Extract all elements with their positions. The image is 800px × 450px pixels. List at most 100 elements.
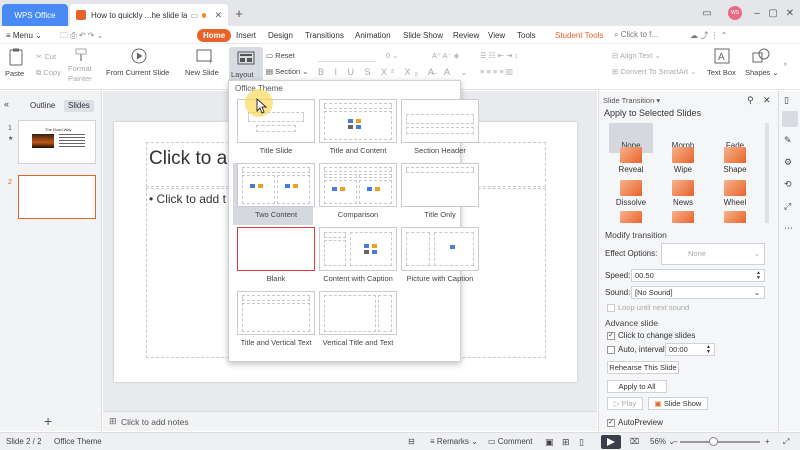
layout-vertical-title-and-text[interactable]: Vertical Title and Text bbox=[315, 291, 397, 353]
add-slide-icon[interactable]: + bbox=[44, 413, 52, 429]
loop-checkbox[interactable] bbox=[607, 304, 615, 312]
layout-title-slide[interactable]: Title Slide bbox=[233, 99, 315, 161]
slideshow-play-button[interactable] bbox=[601, 435, 621, 449]
convert-smartart-button[interactable]: ⊞ Convert To SmartArt ⌄ bbox=[612, 67, 697, 76]
from-current-slide-button[interactable]: From Current Slide bbox=[106, 68, 169, 77]
new-slide-button[interactable]: New Slide bbox=[185, 68, 219, 77]
search-box[interactable]: ⌕ Click to f... bbox=[614, 28, 680, 42]
section-button[interactable]: ▤ Section ⌄ bbox=[266, 67, 309, 76]
slide-thumbnail-2[interactable] bbox=[18, 175, 96, 219]
layout-blank[interactable]: Blank bbox=[233, 227, 315, 289]
apply-to-all-button[interactable]: Apply to All bbox=[607, 380, 667, 393]
collapse-panel-icon[interactable]: « bbox=[4, 99, 9, 109]
play-from-current-icon[interactable] bbox=[131, 48, 147, 64]
transition-more-1[interactable] bbox=[609, 211, 653, 225]
layout-content-with-caption[interactable]: Content with Caption bbox=[315, 227, 397, 289]
auto-interval-checkbox[interactable] bbox=[607, 346, 615, 354]
list-icons[interactable]: ☰ ☷ ⇤ ⇥ ↕ bbox=[480, 51, 518, 60]
layout-comparison[interactable]: Comparison bbox=[315, 163, 397, 225]
font-size-select[interactable]: 0 ⌄ bbox=[386, 51, 426, 60]
comment-button[interactable]: ▭ Comment bbox=[488, 437, 532, 446]
zoom-slider[interactable] bbox=[680, 441, 760, 443]
transition-shape[interactable]: Shape bbox=[713, 147, 757, 177]
copy-button[interactable]: ⧉ Copy bbox=[36, 68, 61, 78]
format-painter-icon[interactable] bbox=[74, 48, 88, 62]
transition-tool-icon[interactable] bbox=[782, 111, 798, 127]
align-icons[interactable]: ≡ ≡ ≡ ≡ ▥ bbox=[480, 67, 513, 76]
transition-wheel[interactable]: Wheel bbox=[713, 180, 757, 210]
tab-view[interactable]: View bbox=[488, 29, 505, 42]
tab-wps-office[interactable]: WPS Office bbox=[2, 4, 68, 26]
new-slide-icon[interactable]: + bbox=[196, 48, 214, 64]
effect-options-select[interactable]: None ⌄ bbox=[661, 243, 765, 265]
shapes-icon[interactable] bbox=[752, 48, 770, 64]
tab-slides[interactable]: Slides bbox=[64, 100, 94, 112]
transition-news[interactable]: News bbox=[661, 180, 705, 210]
fullscreen-icon[interactable]: ⤢ bbox=[783, 437, 789, 447]
rehearse-button[interactable]: Rehearse This Slide bbox=[607, 361, 679, 374]
style-tool-icon[interactable]: ✎ bbox=[784, 135, 792, 146]
interval-stepper-icon[interactable]: ▲ ▼ bbox=[706, 345, 711, 355]
shapes-button[interactable]: Shapes ⌄ bbox=[745, 68, 779, 77]
tab-student-tools[interactable]: Student Tools bbox=[555, 29, 603, 42]
tab-review[interactable]: Review bbox=[453, 29, 479, 42]
panel-pin-icon[interactable]: ⚲ bbox=[747, 95, 754, 106]
text-box-button[interactable]: Text Box bbox=[707, 68, 736, 77]
content-placeholder[interactable]: • Click to add t bbox=[149, 192, 226, 206]
minimize-icon[interactable]: – bbox=[750, 6, 764, 20]
new-tab-icon[interactable]: + bbox=[232, 6, 246, 21]
transition-more-3[interactable] bbox=[713, 211, 757, 225]
slide-sorter-icon[interactable]: ⊞ bbox=[562, 437, 570, 448]
history-tool-icon[interactable]: ⟲ bbox=[784, 179, 792, 190]
layout-section-header[interactable]: Section Header bbox=[397, 99, 479, 161]
title-placeholder[interactable]: Click to ad bbox=[149, 148, 238, 170]
quick-access-icons[interactable]: 🗀 ⎙ ↶ ↷ ⌄ bbox=[60, 29, 103, 42]
tab-insert[interactable]: Insert bbox=[236, 29, 256, 42]
align-text-button[interactable]: ⊟ Align Text ⌄ bbox=[612, 51, 661, 60]
window-mode-icon[interactable]: ▭ bbox=[700, 6, 714, 20]
remarks-button[interactable]: ≡ Remarks ⌄ bbox=[430, 437, 478, 446]
tab-tools[interactable]: Tools bbox=[517, 29, 536, 42]
format-painter-label-1[interactable]: Format bbox=[68, 64, 92, 73]
font-style-icons[interactable]: B I U S X² X₂ A̶ A ⌄ bbox=[318, 67, 472, 78]
ribbon-scroll-icon[interactable]: › bbox=[784, 59, 787, 68]
toolbar-extra-icons[interactable]: ☁ ⤴ ⋮ ⌃ bbox=[690, 29, 727, 42]
autopreview-checkbox[interactable]: ✓ bbox=[607, 419, 615, 427]
font-grow-icon[interactable]: A⁺ A⁻ ◈ bbox=[432, 51, 459, 60]
zoom-slider-handle[interactable] bbox=[709, 437, 718, 446]
paste-icon[interactable] bbox=[8, 48, 24, 66]
tab-slide-show[interactable]: Slide Show bbox=[403, 29, 443, 42]
tab-outline[interactable]: Outline bbox=[26, 100, 59, 112]
settings-tool-icon[interactable]: ⚙ bbox=[784, 157, 792, 168]
share-tool-icon[interactable]: ⤢ bbox=[784, 201, 791, 212]
collapse-sidebar-icon[interactable]: ▯ bbox=[784, 95, 789, 106]
transitions-scrollbar[interactable] bbox=[765, 123, 769, 223]
transition-more-2[interactable] bbox=[661, 211, 705, 225]
tab-transitions[interactable]: Transitions bbox=[305, 29, 344, 42]
cut-button[interactable]: ✂ Cut bbox=[36, 52, 56, 61]
play-button[interactable]: ▷ Play bbox=[607, 397, 643, 410]
reading-view-icon[interactable]: ▯ bbox=[579, 437, 584, 448]
layout-title-only[interactable]: Title Only bbox=[397, 163, 479, 225]
layout-button[interactable]: Layout bbox=[229, 47, 263, 83]
tab-home[interactable]: Home bbox=[197, 29, 232, 42]
zoom-value[interactable]: 56% ⌄ bbox=[650, 437, 675, 446]
main-menu-button[interactable]: ≡ Menu ⌄ bbox=[6, 29, 42, 42]
fit-view-icon[interactable]: ⌧ bbox=[630, 437, 639, 446]
font-name-select[interactable] bbox=[318, 51, 376, 62]
maximize-icon[interactable]: ▢ bbox=[766, 6, 780, 20]
speed-stepper-icon[interactable]: ▲ ▼ bbox=[756, 271, 761, 281]
click-to-change-checkbox[interactable]: ✓ bbox=[607, 332, 615, 340]
more-tools-icon[interactable]: ⋯ bbox=[784, 223, 793, 234]
normal-view-icon[interactable]: ▣ bbox=[545, 437, 554, 448]
notes-placeholder[interactable]: Click to add notes bbox=[121, 417, 189, 427]
tab-document[interactable]: How to quickly ...he slide layout ▭ ✕ bbox=[70, 4, 228, 26]
tab-animation[interactable]: Animation bbox=[355, 29, 391, 42]
close-window-icon[interactable]: ✕ bbox=[783, 6, 797, 20]
zoom-in-icon[interactable]: + bbox=[765, 437, 770, 446]
tab-design[interactable]: Design bbox=[268, 29, 293, 42]
layout-picture-with-caption[interactable]: Picture with Caption bbox=[397, 227, 479, 289]
zoom-out-icon[interactable]: – bbox=[673, 437, 677, 446]
sound-select[interactable]: [No Sound] ⌄ bbox=[631, 286, 765, 299]
avatar[interactable]: WS bbox=[728, 6, 742, 20]
